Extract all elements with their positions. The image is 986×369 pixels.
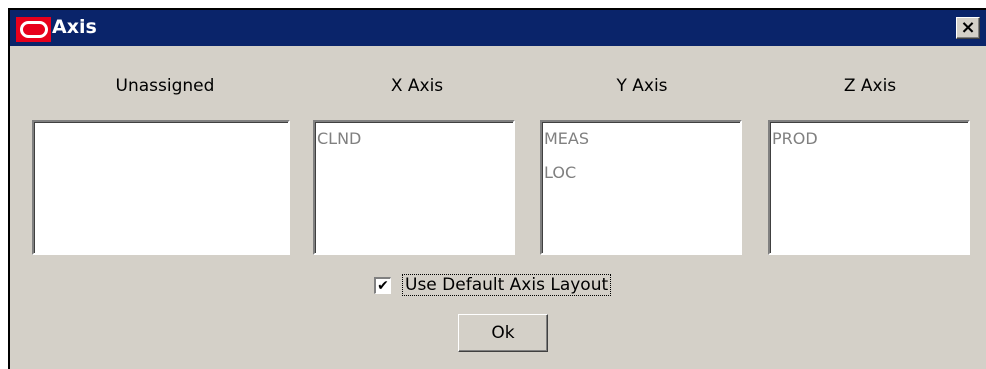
y-axis-listbox[interactable]: MEAS LOC <box>540 120 742 255</box>
axis-dialog: Axis × Unassigned X Axis Y Axis Z Axis C… <box>8 8 986 369</box>
close-icon: × <box>960 17 976 38</box>
dialog-title: Axis <box>52 16 97 38</box>
y-axis-label: Y Axis <box>616 76 668 96</box>
checkmark-icon: ✔ <box>377 277 389 294</box>
use-default-axis-layout-checkbox[interactable]: ✔ <box>374 276 391 294</box>
ok-button[interactable]: Ok <box>458 314 548 352</box>
list-item-meas[interactable]: MEAS <box>544 129 740 163</box>
z-axis-listbox[interactable]: PROD <box>768 120 970 255</box>
z-axis-label: Z Axis <box>843 76 897 96</box>
x-axis-listbox[interactable]: CLND <box>313 120 515 255</box>
use-default-axis-layout-label[interactable]: Use Default Axis Layout <box>402 274 612 296</box>
title-bar[interactable]: Axis × <box>10 10 986 46</box>
list-item-loc[interactable]: LOC <box>544 163 740 197</box>
unassigned-listbox[interactable] <box>32 120 290 255</box>
unassigned-label: Unassigned <box>115 76 215 96</box>
list-item-prod[interactable]: PROD <box>772 129 968 163</box>
close-button[interactable]: × <box>956 17 980 39</box>
oracle-logo-icon <box>16 17 51 42</box>
list-item-clnd[interactable]: CLND <box>317 129 513 163</box>
x-axis-label: X Axis <box>390 76 444 96</box>
use-default-axis-layout-row[interactable]: ✔ Use Default Axis Layout <box>374 274 612 296</box>
